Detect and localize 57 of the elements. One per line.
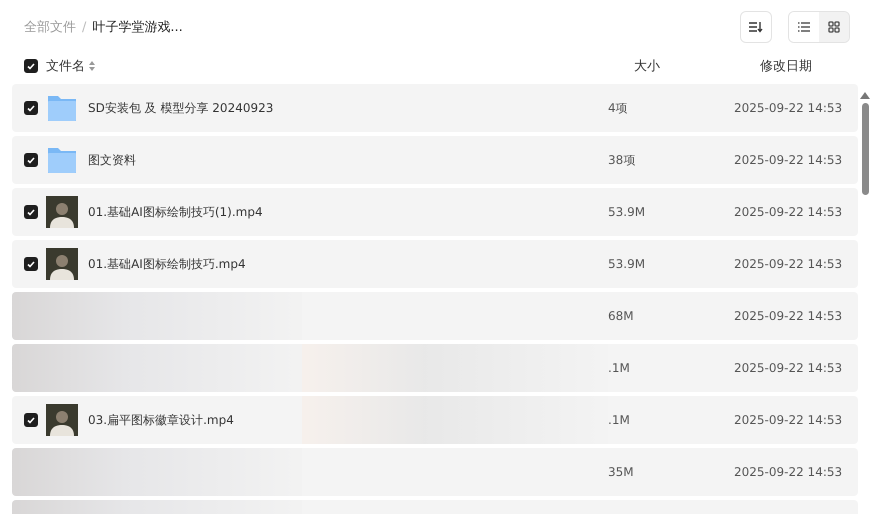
file-name: 03.扁平图标徽章设计.mp4 [88,412,234,428]
column-header[interactable]: 文件名 [46,57,85,75]
checkbox[interactable] [24,101,38,115]
list-view-button[interactable] [789,12,819,42]
file-row[interactable]: 68M 2025-09-22 14:53 [12,292,858,340]
checkmark-icon [27,260,35,268]
file-size: 4项 [608,100,629,116]
list-icon [798,22,810,32]
checkbox[interactable] [24,205,38,219]
checkbox[interactable] [24,59,38,73]
modified-date: 2025-09-22 14:53 [734,465,842,479]
modified-date: 2025-09-22 14:53 [734,153,842,167]
column-header[interactable]: 大小 [634,57,760,75]
scrollbar-thumb[interactable] [862,103,868,195]
breadcrumb-separator: / [82,20,86,34]
video-thumbnail [46,196,78,228]
file-size: .1M [608,413,631,427]
file-size: 53.9M [608,257,646,271]
file-row[interactable]: 图文资料 38项 2025-09-22 14:53 [12,136,858,184]
file-size: 38项 [608,152,636,168]
checkmark-icon [27,156,35,164]
modified-date: 2025-09-22 14:53 [734,309,842,323]
modified-date: 2025-09-22 14:53 [734,205,842,219]
column-header[interactable]: 修改日期 [760,57,812,75]
file-row[interactable]: 01.基础AI图标绘制技巧(1).mp4 53.9M 2025-09-22 14:53 [12,188,858,236]
checkbox[interactable] [24,153,38,167]
file-size: .1M [608,361,631,375]
file-size: 35M [608,465,635,479]
checkmark-icon [27,416,35,424]
modified-date: 2025-09-22 14:53 [734,361,842,375]
checkmark-icon [27,208,35,216]
file-row[interactable]: .1M 2025-09-22 14:53 [12,344,858,392]
file-name: 图文资料 [88,152,136,168]
file-row[interactable]: 35M 2025-09-22 14:53 [12,448,858,496]
sort-icon [749,21,763,33]
grid-icon [828,21,840,33]
modified-date: 2025-09-22 14:53 [734,413,842,427]
checkbox[interactable] [24,413,38,427]
modified-date: 2025-09-22 14:53 [734,257,842,271]
sort-icon [89,61,95,71]
file-name: SD安装包 及 模型分享 20240923 [88,100,274,116]
checkmark-icon [27,62,35,70]
checkbox[interactable] [24,257,38,271]
file-size: 53.9M [608,205,646,219]
breadcrumb-item: 叶子学堂游戏... [92,19,183,36]
video-thumbnail [46,248,78,280]
modified-date: 2025-09-22 14:53 [734,101,842,115]
file-row[interactable]: SD安装包 及 模型分享 20240923 4项 2025-09-22 14:53 [12,84,858,132]
file-row[interactable]: 01.基础AI图标绘制技巧.mp4 53.9M 2025-09-22 14:53 [12,240,858,288]
file-name: 01.基础AI图标绘制技巧(1).mp4 [88,204,263,220]
video-thumbnail [46,404,78,436]
file-size: 68M [608,309,635,323]
sort-button[interactable] [740,11,772,43]
file-name: 01.基础AI图标绘制技巧.mp4 [88,256,246,272]
scroll-up-icon[interactable] [860,92,870,99]
checkmark-icon [27,104,35,112]
file-row[interactable]: 03.扁平图标徽章设计.mp4 .1M 2025-09-22 14:53 [12,396,858,444]
